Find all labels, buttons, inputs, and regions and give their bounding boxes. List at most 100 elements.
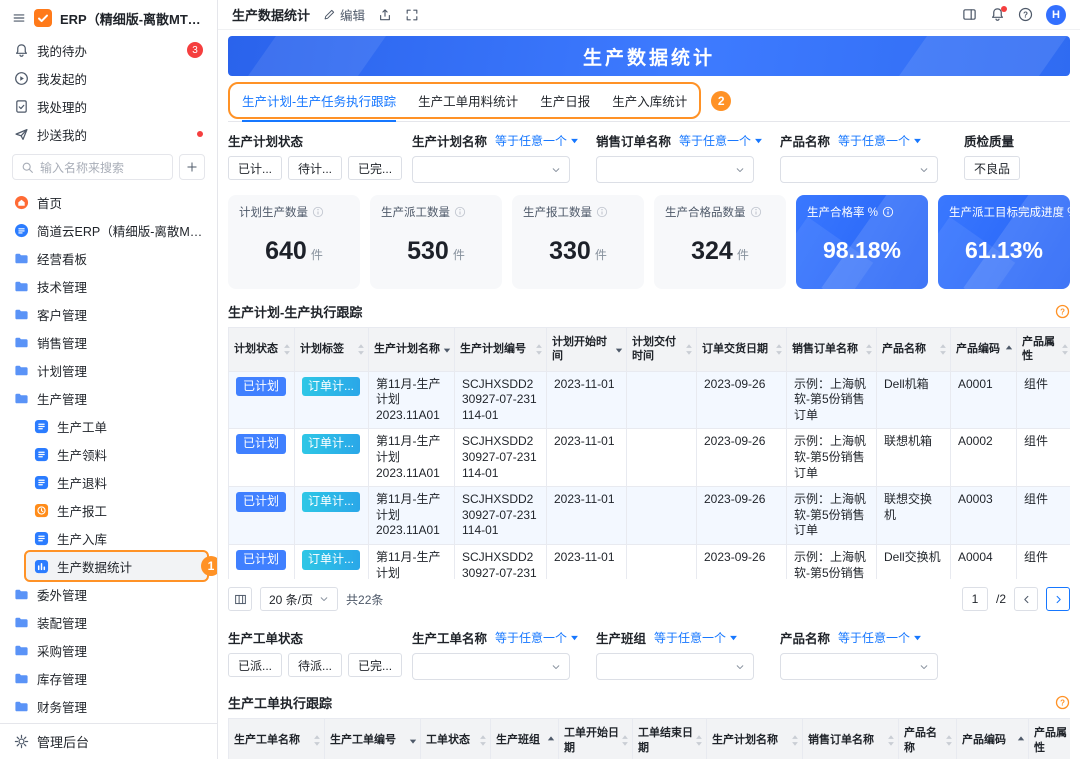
sort-icon[interactable] xyxy=(939,343,947,356)
table-row[interactable]: 已计划订单计...第11月-生产计划 2023.11A01SCJHXSDD230… xyxy=(229,371,1071,429)
sidebar-item-purchase-mgmt[interactable]: 采购管理 xyxy=(0,636,217,664)
table-row[interactable]: 已计划订单计...第11月-生产计划 2023.11A01SCJHXSDD230… xyxy=(229,429,1071,487)
column-header[interactable]: 生产计划编号 xyxy=(455,328,547,372)
sort-icon[interactable] xyxy=(479,734,487,747)
column-header[interactable]: 工单结束日期 xyxy=(633,719,707,759)
tab-4[interactable]: 生产入库统计 xyxy=(612,88,687,113)
add-button[interactable] xyxy=(179,154,205,180)
filter-operator[interactable]: 等于任意一个 xyxy=(495,132,579,149)
column-header[interactable]: 产品编码 xyxy=(957,719,1029,759)
tab-1[interactable]: 生产计划-生产任务执行跟踪 xyxy=(242,88,396,113)
sort-icon[interactable] xyxy=(695,734,703,747)
sort-icon[interactable] xyxy=(1061,343,1069,356)
admin-console-button[interactable]: 管理后台 xyxy=(0,723,217,759)
column-header[interactable]: 计划交付时间 xyxy=(627,328,697,372)
sort-icon[interactable] xyxy=(685,343,693,356)
sort-icon[interactable] xyxy=(775,343,783,356)
sidebar-item-work-order[interactable]: 生产工单 xyxy=(0,412,217,440)
column-header[interactable]: 计划开始时间 xyxy=(547,328,627,372)
column-header[interactable]: 产品属性 xyxy=(1029,719,1071,759)
column-header[interactable]: 销售订单名称 xyxy=(803,719,899,759)
search-input[interactable]: 输入名称来搜索 xyxy=(12,154,173,180)
sidebar-item-initiated[interactable]: 我发起的 xyxy=(0,64,217,92)
filter-select[interactable] xyxy=(412,156,570,183)
filter-operator[interactable]: 等于任意一个 xyxy=(838,629,922,646)
page-size-select[interactable]: 20 条/页 xyxy=(260,587,338,611)
sidebar-item-material-issue[interactable]: 生产领料 xyxy=(0,440,217,468)
column-header[interactable]: 产品属性 xyxy=(1017,328,1071,372)
sidebar-item-material-return[interactable]: 生产退料 xyxy=(0,468,217,496)
sort-icon[interactable] xyxy=(547,735,555,745)
column-header[interactable]: 产品编码 xyxy=(951,328,1017,372)
filter-select[interactable] xyxy=(780,653,938,680)
sort-icon[interactable] xyxy=(313,734,321,747)
section-help-icon[interactable]: ? xyxy=(1055,304,1070,319)
hamburger-icon[interactable] xyxy=(12,11,26,25)
sidebar-item-assembly-mgmt[interactable]: 装配管理 xyxy=(0,608,217,636)
tab-2[interactable]: 生产工单用料统计 xyxy=(418,88,518,113)
column-header[interactable]: 工单状态 xyxy=(421,719,491,759)
column-header[interactable]: 订单交货日期 xyxy=(697,328,787,372)
sidebar-item-biz-board[interactable]: 经营看板 xyxy=(0,244,217,272)
sort-icon[interactable] xyxy=(945,734,953,747)
sort-icon[interactable] xyxy=(1005,344,1013,354)
column-header[interactable]: 销售订单名称 xyxy=(787,328,877,372)
sort-icon[interactable] xyxy=(887,734,895,747)
column-header[interactable]: 工单开始日期 xyxy=(559,719,633,759)
sort-icon[interactable] xyxy=(357,343,365,356)
sidebar-item-warehouse-in[interactable]: 生产入库 xyxy=(0,524,217,552)
sidebar-item-finance-mgmt[interactable]: 财务管理 xyxy=(0,692,217,720)
sort-icon[interactable] xyxy=(791,734,799,747)
edit-button[interactable]: 编辑 xyxy=(323,5,365,24)
column-header[interactable]: 生产工单编号 xyxy=(325,719,421,759)
column-header[interactable]: 产品名称 xyxy=(899,719,957,759)
sidebar-item-home[interactable]: 首页 xyxy=(0,188,217,216)
filter-chip-button[interactable]: 已派... xyxy=(228,653,282,677)
filter-chip-button[interactable]: 已完... xyxy=(348,156,402,180)
sidebar-item-outsourcing-mgmt[interactable]: 委外管理 xyxy=(0,580,217,608)
sort-icon[interactable] xyxy=(443,344,451,354)
filter-operator[interactable]: 等于任意一个 xyxy=(838,132,922,149)
panel-toggle-icon[interactable] xyxy=(962,7,977,22)
sidebar-item-tech-mgmt[interactable]: 技术管理 xyxy=(0,272,217,300)
section-help-icon[interactable]: ? xyxy=(1055,695,1070,710)
sort-icon[interactable] xyxy=(535,343,543,356)
sidebar-item-todo[interactable]: 我的待办3 xyxy=(0,36,217,64)
column-header[interactable]: 生产计划名称 xyxy=(369,328,455,372)
next-page-button[interactable] xyxy=(1046,587,1070,611)
filter-operator[interactable]: 等于任意一个 xyxy=(679,132,763,149)
sort-icon[interactable] xyxy=(1017,735,1025,745)
sidebar-item-cc-me[interactable]: 抄送我的 xyxy=(0,120,217,148)
column-header[interactable]: 计划状态 xyxy=(229,328,295,372)
filter-chip-button[interactable]: 待派... xyxy=(288,653,342,677)
filter-chip-button[interactable]: 已完... xyxy=(348,653,402,677)
column-settings-button[interactable] xyxy=(228,587,252,611)
sort-icon[interactable] xyxy=(409,735,417,745)
share-icon[interactable] xyxy=(378,8,392,22)
sidebar-item-work-report[interactable]: 生产报工 xyxy=(0,496,217,524)
current-page-input[interactable]: 1 xyxy=(962,587,988,611)
user-avatar[interactable]: H xyxy=(1046,5,1066,25)
filter-operator[interactable]: 等于任意一个 xyxy=(654,629,738,646)
column-header[interactable]: 生产工单名称 xyxy=(229,719,325,759)
filter-chip-button[interactable]: 待计... xyxy=(288,156,342,180)
filter-chip-button[interactable]: 已计... xyxy=(228,156,282,180)
prev-page-button[interactable] xyxy=(1014,587,1038,611)
sidebar-item-plan-mgmt[interactable]: 计划管理 xyxy=(0,356,217,384)
sidebar-item-production-stats[interactable]: 生产数据统计1 xyxy=(26,552,207,580)
sort-icon[interactable] xyxy=(865,343,873,356)
filter-operator[interactable]: 等于任意一个 xyxy=(495,629,579,646)
filter-select[interactable] xyxy=(596,156,754,183)
sidebar-item-production-mgmt[interactable]: 生产管理 xyxy=(0,384,217,412)
filter-select[interactable] xyxy=(780,156,938,183)
sort-icon[interactable] xyxy=(283,343,291,356)
filter-select[interactable] xyxy=(596,653,754,680)
column-header[interactable]: 生产计划名称 xyxy=(707,719,803,759)
sidebar-item-sales-mgmt[interactable]: 销售管理 xyxy=(0,328,217,356)
fullscreen-icon[interactable] xyxy=(405,8,419,22)
filter-select[interactable] xyxy=(412,653,570,680)
column-header[interactable]: 计划标签 xyxy=(295,328,369,372)
notifications-icon[interactable] xyxy=(990,7,1005,22)
sidebar-item-processed[interactable]: 我处理的 xyxy=(0,92,217,120)
sort-icon[interactable] xyxy=(621,734,629,747)
